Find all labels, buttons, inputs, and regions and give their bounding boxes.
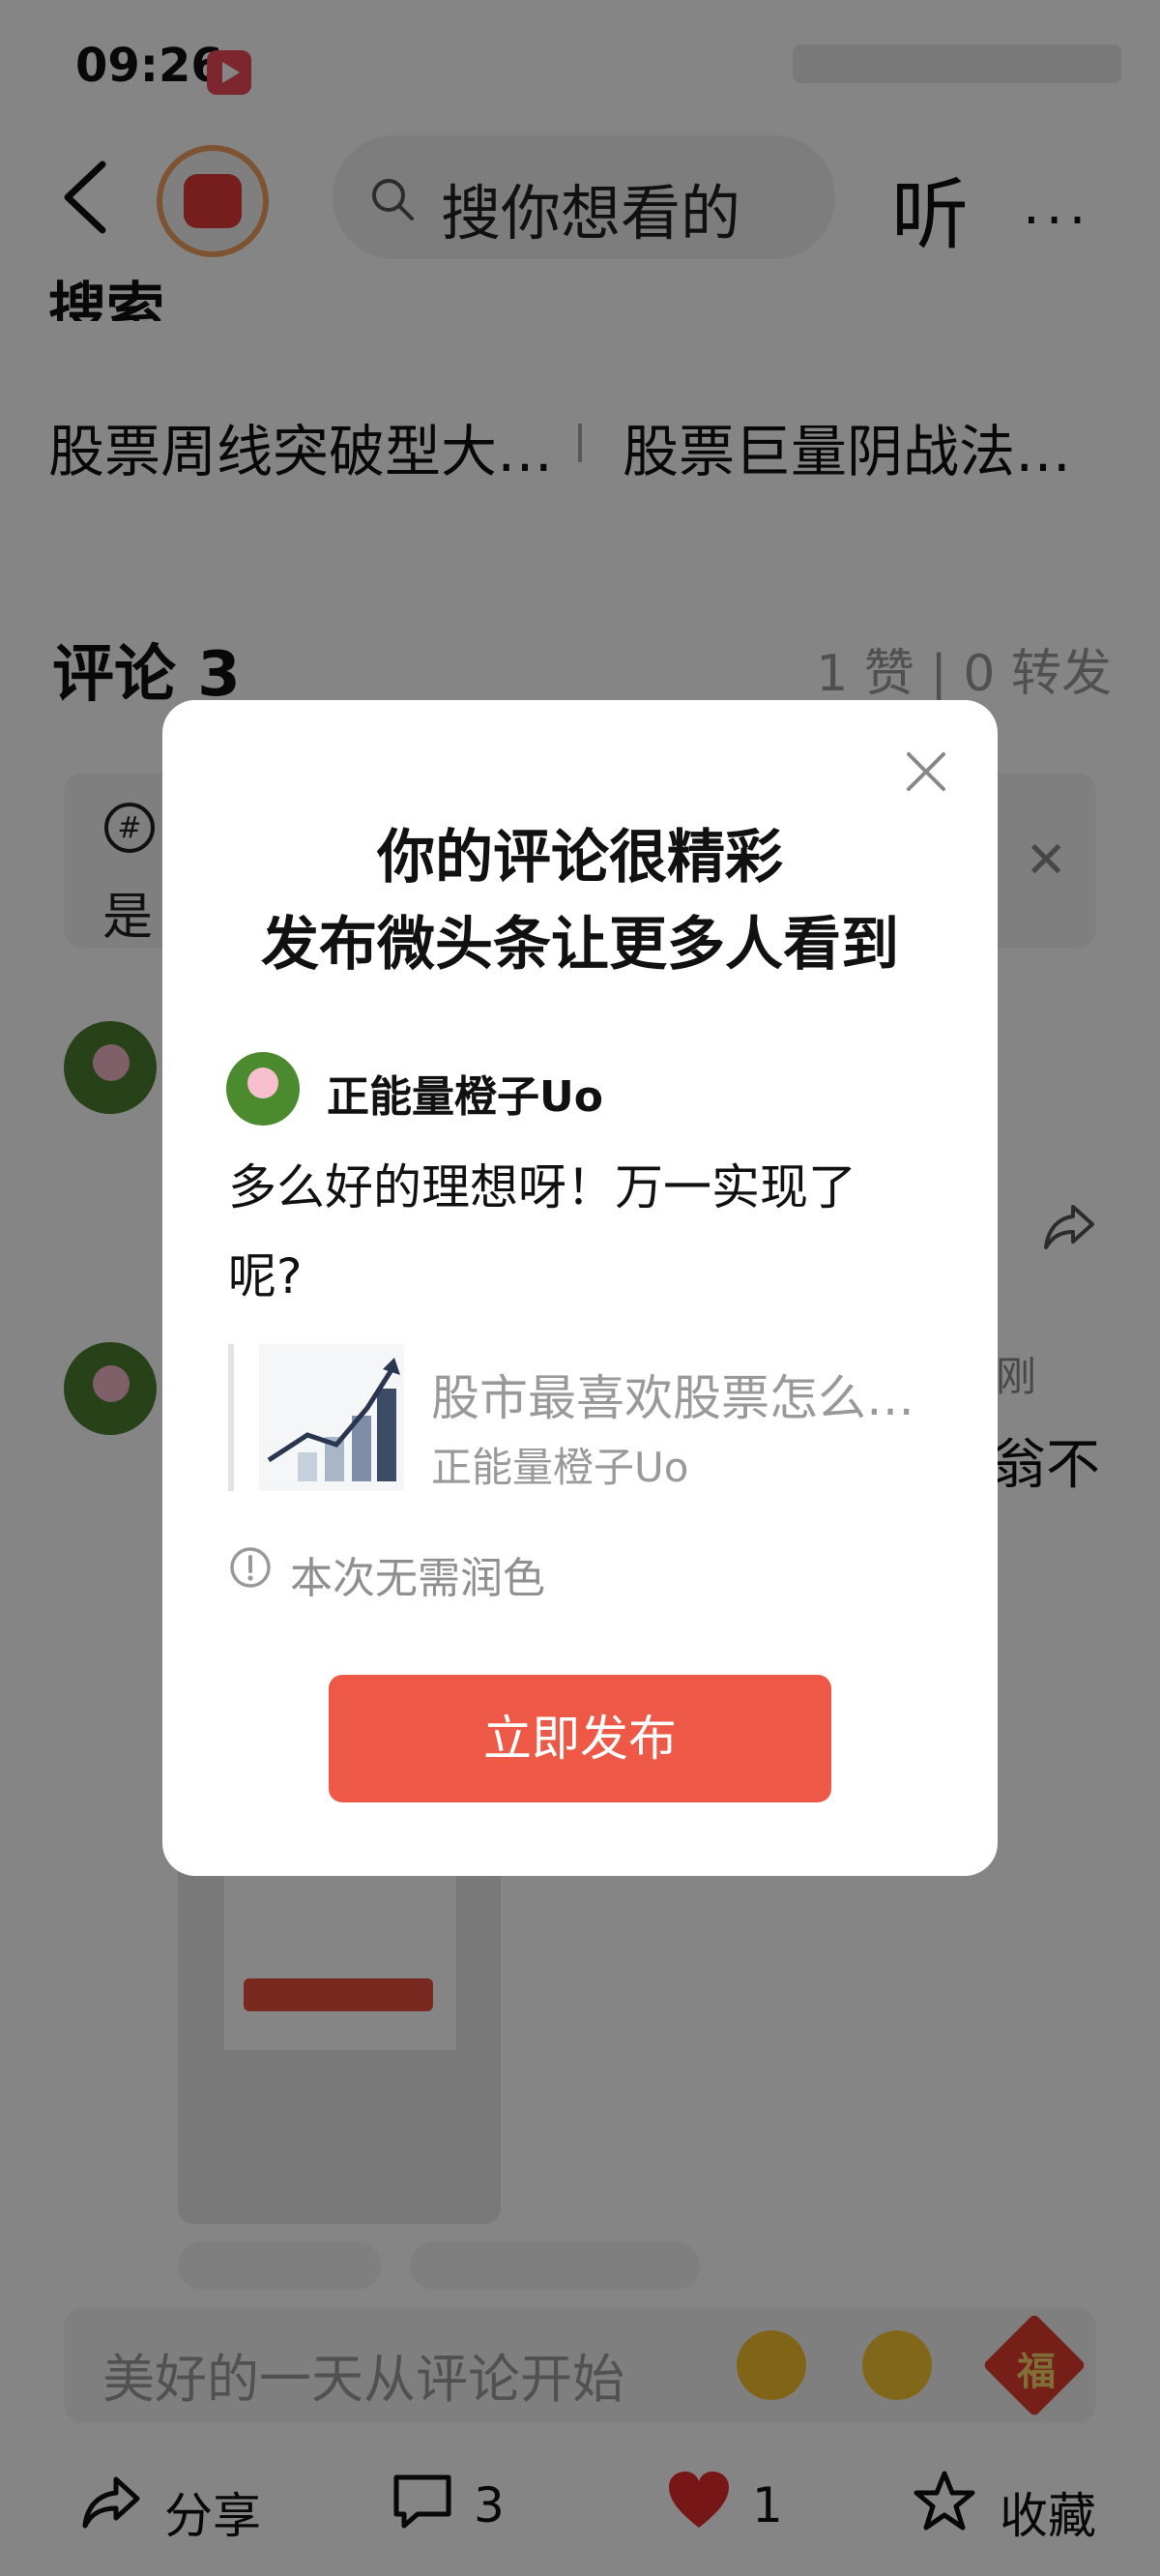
info-text: 本次无需润色 (290, 1554, 545, 1603)
info-icon (230, 1547, 271, 1588)
avatar (226, 1052, 300, 1126)
dialog-title: 你的评论很精彩 (377, 824, 783, 892)
dialog-subtitle: 发布微头条让更多人看到 (261, 911, 899, 979)
publish-now-button[interactable]: 立即发布 (329, 1675, 831, 1802)
quote-divider (228, 1344, 234, 1491)
comment-text: 多么好的理想呀！万一实现了呢? (228, 1159, 856, 1304)
quoted-article-title: 股市最喜欢股票怎么… (431, 1370, 914, 1426)
quoted-article-author: 正能量橙子Uo (431, 1444, 689, 1491)
stock-chart-icon (267, 1358, 400, 1481)
publish-prompt-dialog: 你的评论很精彩 发布微头条让更多人看到 正能量橙子Uo 多么好的理想呀！万一实现… (162, 700, 998, 1876)
username: 正能量橙子Uo (327, 1072, 603, 1122)
article-thumbnail (259, 1344, 404, 1491)
close-icon[interactable] (901, 746, 951, 797)
